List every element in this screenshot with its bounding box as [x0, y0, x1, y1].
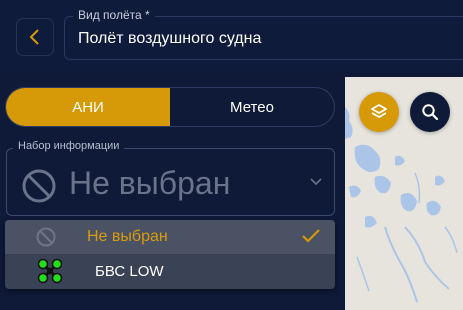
dropdown-option-bvs-low[interactable]: БВС LOW [5, 254, 335, 288]
layers-button[interactable] [359, 92, 399, 132]
check-icon [302, 229, 320, 243]
info-set-dropdown: Не выбран БВС LOW [5, 220, 335, 289]
dropdown-option-label: БВС LOW [95, 263, 164, 280]
search-icon [422, 104, 439, 121]
mode-tabs: АНИ Метео [5, 87, 335, 127]
flight-type-label: Вид полёта * [73, 8, 155, 22]
left-panel: АНИ Метео Набор информации Не выбран Не … [0, 70, 345, 310]
top-bar: Вид полёта * Полёт воздушного судна [0, 0, 463, 70]
layers-icon [371, 104, 387, 118]
back-button[interactable] [16, 18, 54, 56]
drone-icon [37, 258, 63, 284]
flight-type-value: Полёт воздушного судна [78, 30, 262, 47]
info-set-label: Набор информации [13, 140, 125, 152]
search-button[interactable] [410, 92, 450, 132]
info-set-value: Не выбран [69, 165, 231, 201]
chevron-left-icon [29, 29, 39, 45]
tab-meteo[interactable]: Метео [170, 88, 334, 126]
info-set-select[interactable]: Набор информации Не выбран [6, 140, 335, 216]
flight-type-field[interactable]: Вид полёта * Полёт воздушного судна [64, 8, 463, 60]
ban-icon [22, 169, 56, 203]
chevron-down-icon [310, 178, 322, 186]
dropdown-option-label: Не выбран [87, 228, 168, 245]
dropdown-option-none[interactable]: Не выбран [5, 220, 335, 254]
ban-icon [36, 227, 56, 247]
tab-ani[interactable]: АНИ [6, 88, 170, 126]
